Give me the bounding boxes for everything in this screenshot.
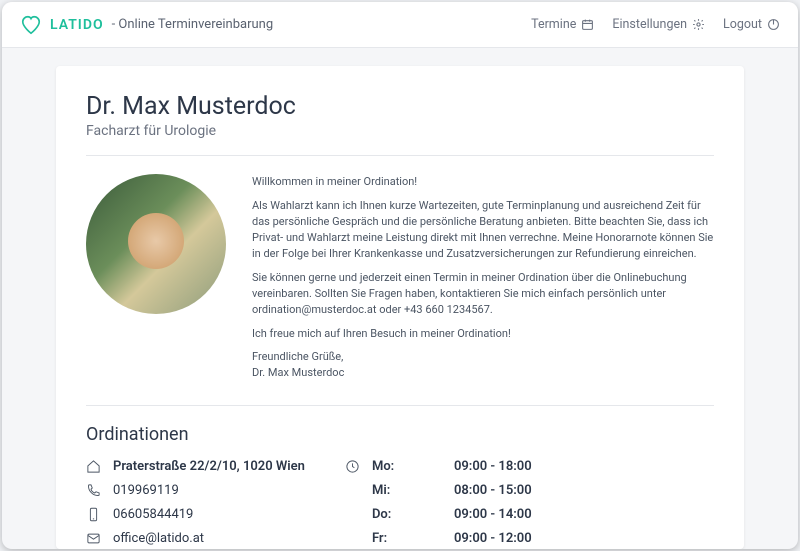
contact-phone: 019969119 bbox=[86, 483, 305, 498]
doctor-specialty: Facharzt für Urologie bbox=[86, 123, 714, 139]
hours-item: Do: 09:00 - 14:00 bbox=[345, 507, 714, 522]
hours-day: Fr: bbox=[372, 531, 414, 546]
mobile-text: 06605844419 bbox=[113, 507, 193, 522]
hours-time: 09:00 - 18:00 bbox=[454, 459, 532, 474]
intro-text: Willkommen in meiner Ordination! Als Wah… bbox=[252, 174, 714, 389]
top-actions: Termine Einstellungen Logout bbox=[531, 17, 780, 32]
hours-list: Mo: 09:00 - 18:00 Mi: 08:00 - 15:00 Do: … bbox=[345, 459, 714, 546]
hours-item: Mo: 09:00 - 18:00 bbox=[345, 459, 714, 474]
nav-einstellungen-label: Einstellungen bbox=[612, 17, 687, 32]
content-area: Dr. Max Musterdoc Facharzt für Urologie … bbox=[2, 48, 798, 549]
ordinationen-row: Praterstraße 22/2/10, 1020 Wien 01996911… bbox=[86, 459, 714, 546]
intro-p6: Dr. Max Musterdoc bbox=[252, 365, 714, 381]
phone-icon bbox=[86, 483, 101, 498]
mobile-icon bbox=[86, 507, 101, 522]
contact-address: Praterstraße 22/2/10, 1020 Wien bbox=[86, 459, 305, 474]
clock-icon bbox=[345, 459, 360, 474]
nav-einstellungen[interactable]: Einstellungen bbox=[612, 17, 705, 32]
nav-logout-label: Logout bbox=[723, 17, 762, 32]
heart-logo-icon bbox=[20, 14, 42, 36]
nav-termine-label: Termine bbox=[531, 17, 576, 32]
hours-time: 09:00 - 14:00 bbox=[454, 507, 532, 522]
divider bbox=[86, 155, 714, 156]
hours-day: Mo: bbox=[372, 459, 414, 474]
email-text: office@latido.at bbox=[113, 531, 204, 546]
avatar bbox=[86, 174, 226, 314]
address-text: Praterstraße 22/2/10, 1020 Wien bbox=[113, 459, 305, 474]
calendar-icon bbox=[581, 18, 594, 31]
hours-day: Do: bbox=[372, 507, 414, 522]
gear-icon bbox=[692, 18, 705, 31]
home-icon bbox=[86, 459, 101, 474]
intro-section: Willkommen in meiner Ordination! Als Wah… bbox=[86, 174, 714, 389]
intro-p4: Ich freue mich auf Ihren Besuch in meine… bbox=[252, 326, 714, 342]
topbar: LATIDO - Online Terminvereinbarung Termi… bbox=[2, 2, 798, 48]
power-icon bbox=[767, 18, 780, 31]
intro-p1: Willkommen in meiner Ordination! bbox=[252, 174, 714, 190]
app-window: LATIDO - Online Terminvereinbarung Termi… bbox=[2, 2, 798, 549]
brand-name: LATIDO bbox=[50, 17, 104, 33]
intro-p3: Sie können gerne und jederzeit einen Ter… bbox=[252, 270, 714, 318]
divider bbox=[86, 405, 714, 406]
contact-mobile: 06605844419 bbox=[86, 507, 305, 522]
hours-time: 08:00 - 15:00 bbox=[454, 483, 532, 498]
contact-email: office@latido.at bbox=[86, 531, 305, 546]
brand-subtitle: - Online Terminvereinbarung bbox=[112, 17, 274, 32]
intro-p2: Als Wahlarzt kann ich Ihnen kurze Wartez… bbox=[252, 198, 714, 262]
hours-item: Fr: 09:00 - 12:00 bbox=[345, 531, 714, 546]
hours-time: 09:00 - 12:00 bbox=[454, 531, 532, 546]
mail-icon bbox=[86, 531, 101, 546]
hours-item: Mi: 08:00 - 15:00 bbox=[345, 483, 714, 498]
logo-area: LATIDO - Online Terminvereinbarung bbox=[20, 14, 273, 36]
doctor-name: Dr. Max Musterdoc bbox=[86, 92, 714, 121]
phone-text: 019969119 bbox=[113, 483, 179, 498]
contact-list: Praterstraße 22/2/10, 1020 Wien 01996911… bbox=[86, 459, 305, 546]
nav-termine[interactable]: Termine bbox=[531, 17, 594, 32]
nav-logout[interactable]: Logout bbox=[723, 17, 780, 32]
profile-card: Dr. Max Musterdoc Facharzt für Urologie … bbox=[56, 66, 744, 549]
ordinationen-title: Ordinationen bbox=[86, 424, 714, 445]
hours-day: Mi: bbox=[372, 483, 414, 498]
intro-p5: Freundliche Grüße, bbox=[252, 349, 714, 365]
